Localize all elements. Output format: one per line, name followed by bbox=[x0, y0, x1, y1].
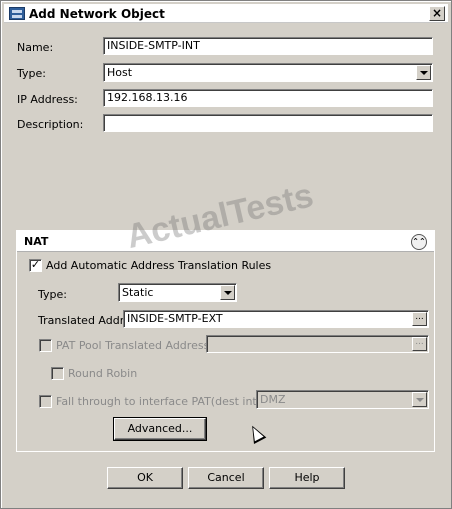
close-icon[interactable]: × bbox=[429, 6, 445, 21]
fallthrough-label: Fall through to interface PAT(dest intf)… bbox=[56, 395, 269, 408]
add-network-object-dialog: Add Network Object × Name: INSIDE-SMTP-I… bbox=[0, 0, 452, 509]
network-object-icon bbox=[9, 7, 25, 20]
description-label: Description: bbox=[17, 118, 84, 131]
pat-pool-browse-button[interactable]: ... bbox=[412, 337, 427, 351]
nat-title: NAT bbox=[24, 235, 49, 248]
type-dropdown-value: Host bbox=[107, 66, 133, 79]
chevron-down-icon[interactable] bbox=[416, 65, 431, 80]
pat-pool-checkbox[interactable] bbox=[39, 339, 52, 352]
chevron-down-icon[interactable] bbox=[220, 285, 235, 300]
pat-pool-label: PAT Pool Translated Address: bbox=[56, 339, 214, 352]
type-dropdown[interactable]: Host bbox=[103, 63, 433, 82]
auto-nat-checkbox[interactable]: ✓ bbox=[29, 259, 42, 272]
fallthrough-checkbox[interactable] bbox=[39, 395, 52, 408]
collapse-icon[interactable]: ⌃⌃ bbox=[411, 234, 427, 250]
chevron-down-icon[interactable] bbox=[412, 392, 427, 407]
nat-panel-header: NAT ⌃⌃ bbox=[17, 231, 434, 252]
ip-address-label: IP Address: bbox=[17, 93, 78, 106]
name-label: Name: bbox=[17, 41, 54, 54]
fallthrough-interface-value: DMZ bbox=[260, 393, 286, 406]
help-button[interactable]: Help bbox=[269, 467, 345, 489]
advanced-button[interactable]: Advanced... bbox=[113, 417, 207, 441]
title-bar: Add Network Object × bbox=[4, 4, 448, 23]
auto-nat-label: Add Automatic Address Translation Rules bbox=[46, 259, 272, 272]
translated-addr-value: INSIDE-SMTP-EXT bbox=[127, 312, 223, 325]
ok-button[interactable]: OK bbox=[107, 467, 183, 489]
cancel-button[interactable]: Cancel bbox=[188, 467, 264, 489]
nat-type-dropdown-value: Static bbox=[122, 286, 154, 299]
type-label: Type: bbox=[17, 67, 46, 80]
description-field[interactable] bbox=[103, 114, 433, 132]
name-field[interactable]: INSIDE-SMTP-INT bbox=[103, 37, 433, 55]
translated-addr-browse-button[interactable]: ... bbox=[412, 312, 427, 326]
pat-pool-field[interactable] bbox=[206, 335, 429, 353]
translated-addr-field[interactable]: INSIDE-SMTP-EXT bbox=[123, 310, 429, 328]
nat-type-label: Type: bbox=[38, 288, 67, 301]
round-robin-checkbox[interactable] bbox=[51, 367, 64, 380]
window-title: Add Network Object bbox=[29, 7, 165, 21]
translated-addr-label: Translated Addr: bbox=[38, 314, 128, 327]
round-robin-label: Round Robin bbox=[68, 367, 138, 380]
fallthrough-interface-dropdown[interactable]: DMZ bbox=[256, 390, 429, 409]
nat-type-dropdown[interactable]: Static bbox=[118, 283, 237, 302]
ip-address-field[interactable]: 192.168.13.16 bbox=[103, 89, 433, 107]
